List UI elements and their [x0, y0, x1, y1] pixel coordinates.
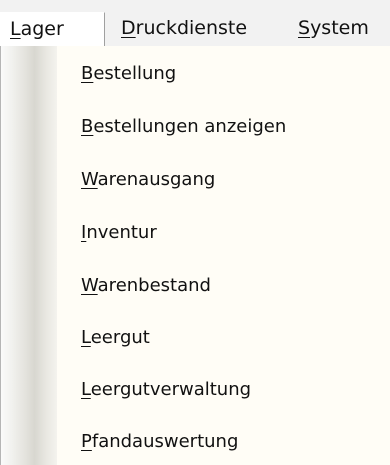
menu-item-mnemonic: L: [81, 327, 91, 348]
menu-item-pfandauswertung[interactable]: Pfandauswertung: [57, 416, 390, 465]
menu-item-warenbestand[interactable]: Warenbestand: [57, 260, 390, 312]
menu-item-label: fandauswertung: [91, 431, 239, 452]
menu-item-label: arenbestand: [97, 275, 211, 296]
menu-druckdienste-label: ruckdienste: [135, 17, 248, 39]
menu-lager[interactable]: Lager: [0, 12, 105, 46]
menu-item-mnemonic: B: [81, 116, 94, 137]
lager-dropdown-menu: Bestellung Bestellungen anzeigen Warenau…: [0, 46, 390, 465]
menu-bar: Lager Druckdienste System: [0, 0, 390, 46]
menu-item-leergut[interactable]: Leergut: [57, 312, 390, 364]
menu-item-bestellungen-anzeigen[interactable]: Bestellungen anzeigen: [57, 101, 390, 153]
menu-item-label: estellungen anzeigen: [93, 116, 287, 137]
menu-lager-label: ager: [20, 18, 64, 40]
menu-system[interactable]: System: [298, 12, 369, 46]
menu-item-label: nventur: [86, 222, 157, 243]
menu-item-warenausgang[interactable]: Warenausgang: [57, 154, 390, 206]
menu-sidebar-strip: [1, 46, 57, 465]
menu-system-mnemonic: S: [298, 17, 311, 39]
menu-item-label: estellung: [93, 63, 177, 84]
menu-druckdienste-mnemonic: D: [121, 17, 136, 39]
menu-item-mnemonic: P: [81, 431, 92, 452]
menu-druckdienste[interactable]: Druckdienste: [121, 12, 247, 46]
menu-item-leergutverwaltung[interactable]: Leergutverwaltung: [57, 364, 390, 416]
menu-item-label: eergut: [90, 327, 150, 348]
menu-item-mnemonic: L: [81, 379, 91, 400]
menu-item-label: arenausgang: [97, 169, 216, 190]
menu-lager-mnemonic: L: [10, 18, 21, 40]
menu-item-mnemonic: W: [81, 169, 98, 190]
menu-item-mnemonic: B: [81, 63, 94, 84]
menu-item-label: eergutverwaltung: [90, 379, 252, 400]
menu-item-bestellung[interactable]: Bestellung: [57, 48, 390, 100]
menu-item-inventur[interactable]: Inventur: [57, 207, 390, 259]
menu-system-label: ystem: [310, 17, 369, 39]
menu-item-mnemonic: W: [81, 275, 98, 296]
